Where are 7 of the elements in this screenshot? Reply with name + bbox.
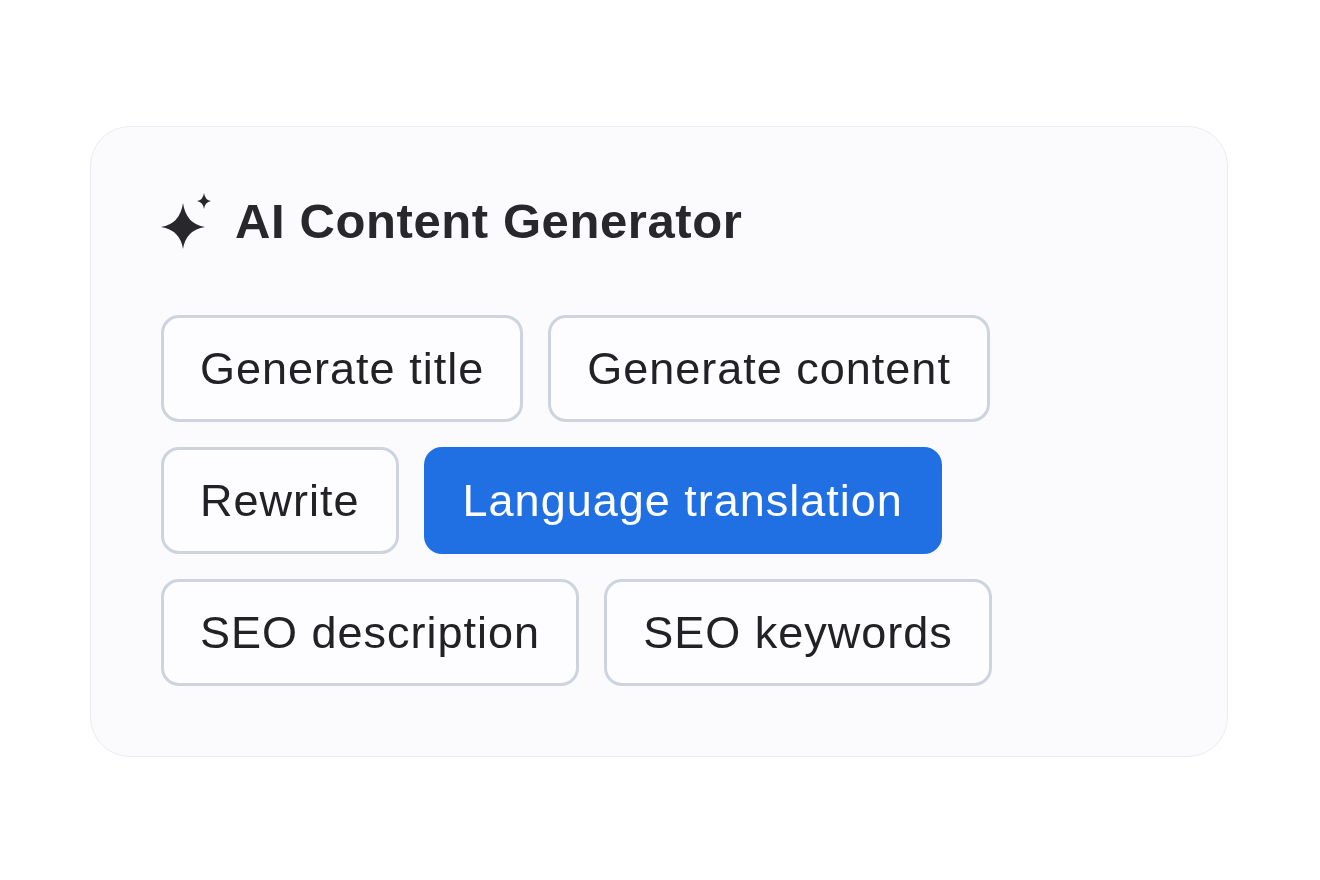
chip-button[interactable]: Generate title <box>161 315 524 422</box>
chip-button[interactable]: Rewrite <box>161 447 399 554</box>
chip-button[interactable]: SEO description <box>161 579 580 686</box>
chip-button[interactable]: Generate content <box>548 315 990 422</box>
card-title: AI Content Generator <box>235 193 743 250</box>
chip-button[interactable]: SEO keywords <box>604 579 992 686</box>
chip-button[interactable]: Language translation <box>423 447 942 554</box>
